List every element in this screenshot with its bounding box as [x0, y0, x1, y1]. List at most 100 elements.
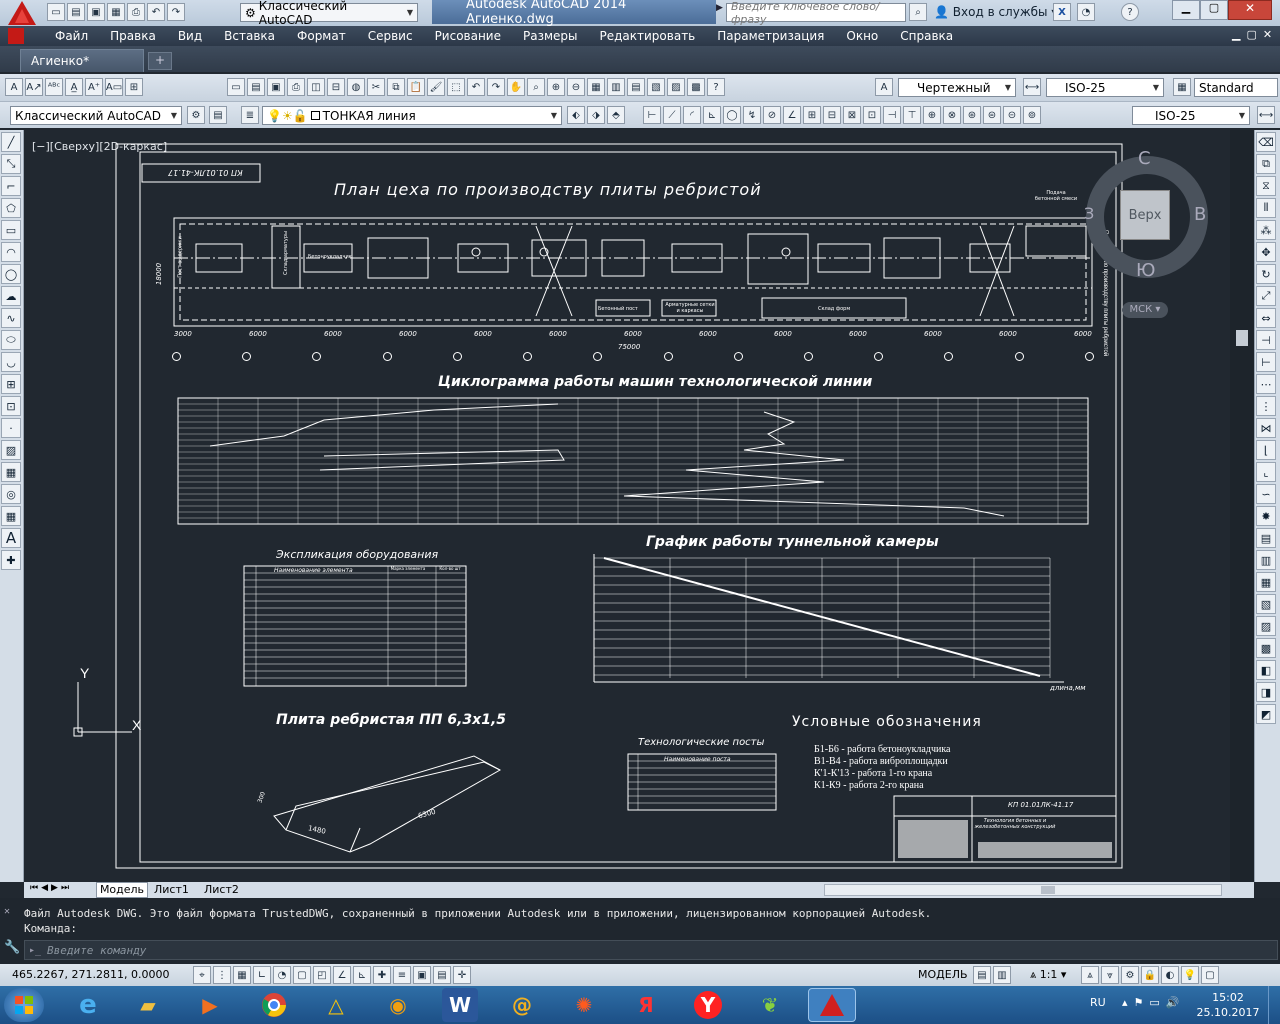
tab-nav-arrows[interactable]: ⏮◀▶⏭	[30, 883, 72, 893]
chamfer-icon[interactable]: ⌊	[1256, 440, 1276, 460]
menu-edit[interactable]: Правка	[99, 26, 167, 43]
markup-icon[interactable]: ▨	[667, 78, 685, 96]
clean-screen-icon[interactable]: ▢	[1201, 966, 1219, 984]
make-current-icon[interactable]: ⬖	[567, 106, 585, 124]
calc-icon[interactable]: ▩	[687, 78, 705, 96]
center-mark-icon[interactable]: ⊕	[923, 106, 941, 124]
annotation-scale[interactable]: ⩓ 1:1 ▾	[1030, 968, 1066, 982]
zoom-window-icon[interactable]: ⊕	[547, 78, 565, 96]
quick-view-drawings-icon[interactable]: ▥	[993, 966, 1011, 984]
dim-break-icon[interactable]: ⊣	[883, 106, 901, 124]
text-style-mgr-icon[interactable]: A	[875, 78, 893, 96]
layer-tools5-icon[interactable]: ◩	[1256, 704, 1276, 724]
move-icon[interactable]: ✥	[1256, 242, 1276, 262]
convert-icon[interactable]: ⊞	[125, 78, 143, 96]
chrome-icon[interactable]	[250, 988, 298, 1022]
menu-file[interactable]: Файл	[44, 26, 99, 43]
table-style-mgr-icon[interactable]: ▦	[1173, 78, 1191, 96]
redo-icon[interactable]: ↷	[167, 3, 185, 21]
3dosnap-icon[interactable]: ◰	[313, 966, 331, 984]
ellipse-arc-icon[interactable]: ◡	[1, 352, 21, 372]
scroll-thumb[interactable]	[1236, 330, 1248, 346]
scale-icon[interactable]: ⤢	[1256, 286, 1276, 306]
dim-arc-icon[interactable]: ◜	[683, 106, 701, 124]
horizontal-scrollbar[interactable]	[824, 884, 1222, 896]
polyline-icon[interactable]: ⌐	[1, 176, 21, 196]
word-icon[interactable]: W	[442, 988, 478, 1022]
save2-icon[interactable]: ▣	[267, 78, 285, 96]
dim-angular-icon[interactable]: ∠	[783, 106, 801, 124]
justify-icon[interactable]: A▭	[105, 78, 123, 96]
show-desktop-button[interactable]	[1268, 986, 1280, 1024]
layer-mgr-icon[interactable]: ≣	[241, 106, 259, 124]
cut-icon[interactable]: ✂	[367, 78, 385, 96]
media-player-icon[interactable]: ▶	[186, 988, 234, 1022]
pan-icon[interactable]: ✋	[507, 78, 525, 96]
dim-jogged-icon[interactable]: ↯	[743, 106, 761, 124]
break-point-icon[interactable]: ⋯	[1256, 374, 1276, 394]
language-indicator[interactable]: RU	[1090, 996, 1106, 1009]
text-style-icon[interactable]: A̲	[65, 78, 83, 96]
draworder2-icon[interactable]: ▥	[1256, 550, 1276, 570]
layer-props-icon[interactable]: ▤	[209, 106, 227, 124]
viewcube-north[interactable]: С	[1138, 148, 1151, 169]
match-icon[interactable]: 🖌	[427, 78, 445, 96]
signin-button[interactable]: 👤 Вход в службы ▾	[934, 5, 1057, 19]
rotate-icon[interactable]: ↻	[1256, 264, 1276, 284]
table-icon[interactable]: ▦	[1, 506, 21, 526]
sheet-set-icon[interactable]: ▧	[647, 78, 665, 96]
dim-style-dropdown-2[interactable]: ISO-25 ▼	[1132, 106, 1250, 125]
search-icon[interactable]: ⌕	[909, 3, 927, 21]
viewcube-west[interactable]: З	[1084, 204, 1094, 223]
ortho-icon[interactable]: ∟	[253, 966, 271, 984]
join-icon[interactable]: ⋈	[1256, 418, 1276, 438]
layer-state-icon[interactable]: ⬘	[607, 106, 625, 124]
undo-icon[interactable]: ↶	[147, 3, 165, 21]
erase-icon[interactable]: ⌫	[1256, 132, 1276, 152]
hscroll-thumb[interactable]	[1041, 886, 1055, 894]
dim-baseline-icon[interactable]: ⊟	[823, 106, 841, 124]
help2-icon[interactable]: ?	[707, 78, 725, 96]
web-icon[interactable]: ◍	[347, 78, 365, 96]
title-expand-icon[interactable]: ▶	[716, 3, 726, 21]
a360-icon[interactable]: ◔	[1077, 3, 1095, 21]
print-icon[interactable]: ⎙	[127, 3, 145, 21]
save-icon[interactable]: ▣	[87, 3, 105, 21]
dim-aligned-icon[interactable]: ⟋	[663, 106, 681, 124]
rectangle-icon[interactable]: ▭	[1, 220, 21, 240]
insert-block-icon[interactable]: ⊞	[1, 374, 21, 394]
layer-tools2-icon[interactable]: ▩	[1256, 638, 1276, 658]
design-center-icon[interactable]: ▥	[607, 78, 625, 96]
otrack-icon[interactable]: ∠	[333, 966, 351, 984]
butterfly-icon[interactable]: ❦	[746, 988, 794, 1022]
spline-icon[interactable]: ∿	[1, 308, 21, 328]
grid-icon[interactable]: ▦	[233, 966, 251, 984]
dim-linear-icon[interactable]: ⊢	[643, 106, 661, 124]
open-file-icon[interactable]: ▤	[67, 3, 85, 21]
drive-icon[interactable]: △	[312, 988, 360, 1022]
isolate-icon[interactable]: 💡	[1181, 966, 1199, 984]
command-close-icon[interactable]: ✕	[4, 906, 10, 917]
region-icon[interactable]: ◎	[1, 484, 21, 504]
draworder-icon[interactable]: ▤	[1256, 528, 1276, 548]
preview-icon[interactable]: ◫	[307, 78, 325, 96]
circle-icon[interactable]: ◯	[1, 264, 21, 284]
draworder4-icon[interactable]: ▧	[1256, 594, 1276, 614]
help-button[interactable]: ?	[1121, 3, 1139, 21]
menu-parametric[interactable]: Параметризация	[706, 26, 835, 43]
zoom-prev-icon[interactable]: ⊖	[567, 78, 585, 96]
dim-text-edit-icon[interactable]: ⊝	[1003, 106, 1021, 124]
dim-continue-icon[interactable]: ⊠	[843, 106, 861, 124]
tab-agienko[interactable]: Агиенко*	[20, 49, 144, 72]
dim-update-icon[interactable]: ⊚	[1023, 106, 1041, 124]
construction-line-icon[interactable]: ⤡	[1, 154, 21, 174]
model-toggle[interactable]: МОДЕЛЬ	[918, 968, 968, 981]
properties-icon[interactable]: ▦	[587, 78, 605, 96]
make-block-icon[interactable]: ⊡	[1, 396, 21, 416]
new-icon[interactable]: ▭	[227, 78, 245, 96]
autocad-logo-icon[interactable]	[2, 0, 42, 26]
offset-icon[interactable]: ⫴	[1256, 198, 1276, 218]
ducs-icon[interactable]: ⊾	[353, 966, 371, 984]
annotation-visibility-icon[interactable]: ⩓	[1081, 966, 1099, 984]
dim-style-dropdown[interactable]: ISO-25 ▼	[1046, 78, 1164, 97]
